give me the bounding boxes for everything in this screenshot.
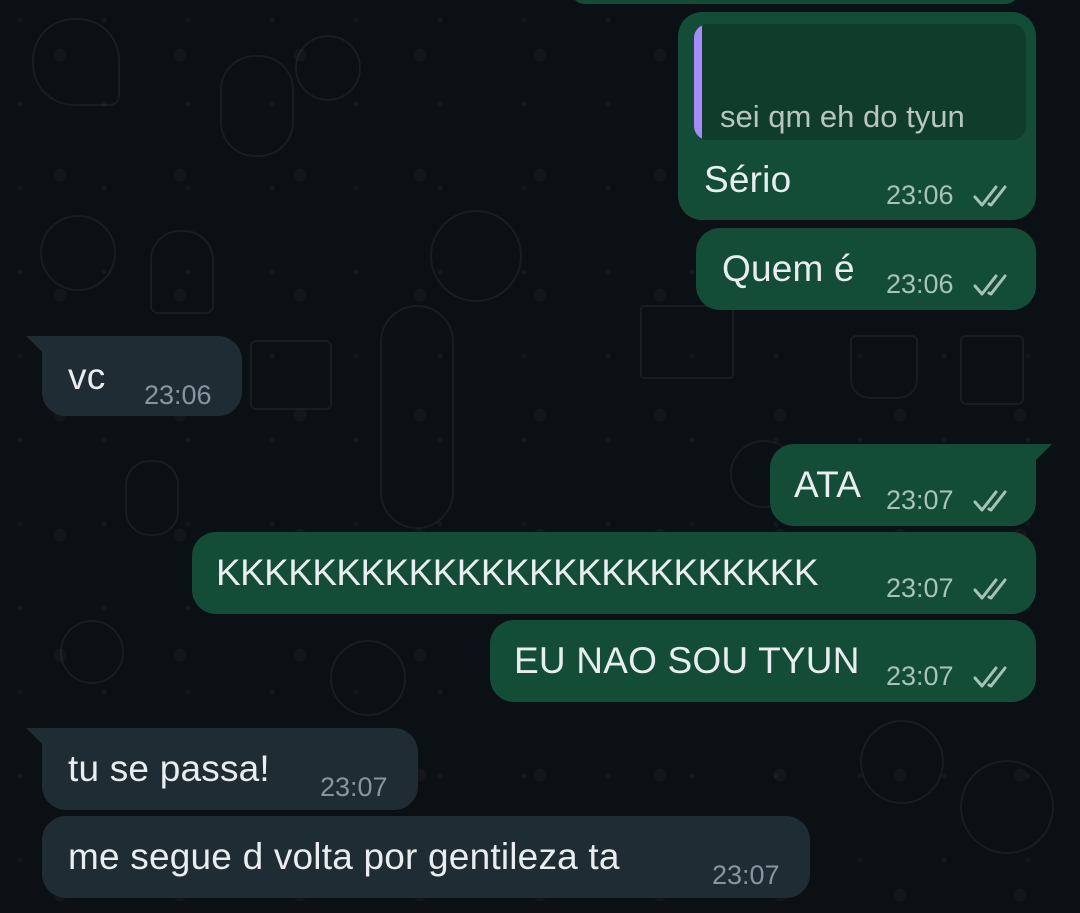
outgoing-message[interactable]: EU NAO SOU TYUN 23:07	[490, 620, 1036, 702]
incoming-message[interactable]: tu se passa! 23:07	[42, 728, 418, 810]
prev-message-bubble[interactable]	[570, 0, 1020, 4]
message-time: 23:06	[886, 180, 954, 210]
message-time: 23:06	[886, 269, 954, 299]
quote-bar	[694, 24, 702, 140]
incoming-message[interactable]: vc 23:06	[42, 336, 242, 416]
message-text: EU NAO SOU TYUN	[514, 640, 860, 681]
message-text: KKKKKKKKKKKKKKKKKKKKKKKKK	[216, 552, 819, 593]
message-time: 23:07	[886, 661, 954, 691]
outgoing-message[interactable]: ATA 23:07	[770, 444, 1036, 526]
double-check-icon	[973, 185, 1007, 207]
message-text: tu se passa!	[68, 748, 270, 789]
message-text: ATA	[794, 464, 862, 505]
message-time: 23:07	[886, 573, 954, 603]
outgoing-reply-message[interactable]: sei qm eh do tyun Sério 23:06	[678, 12, 1036, 220]
message-time: 23:07	[320, 772, 388, 802]
message-time: 23:06	[144, 380, 212, 410]
double-check-icon	[973, 666, 1007, 688]
outgoing-message[interactable]: KKKKKKKKKKKKKKKKKKKKKKKKK 23:07	[192, 532, 1036, 614]
message-text: vc	[68, 356, 106, 397]
message-time: 23:07	[886, 485, 954, 515]
quoted-message-text: sei qm eh do tyun	[720, 99, 965, 134]
incoming-message[interactable]: me segue d volta por gentileza ta 23:07	[42, 816, 810, 898]
chat-area[interactable]: sei qm eh do tyun Sério 23:06 Quem é 23:…	[0, 0, 1080, 913]
double-check-icon	[973, 578, 1007, 600]
double-check-icon	[973, 490, 1007, 512]
quoted-message[interactable]: sei qm eh do tyun	[694, 24, 1026, 140]
message-text: me segue d volta por gentileza ta	[68, 836, 620, 877]
message-text: Quem é	[722, 248, 855, 289]
double-check-icon	[973, 274, 1007, 296]
message-text: Sério	[704, 159, 792, 200]
outgoing-message[interactable]: Quem é 23:06	[696, 228, 1036, 310]
message-time: 23:07	[712, 860, 780, 890]
